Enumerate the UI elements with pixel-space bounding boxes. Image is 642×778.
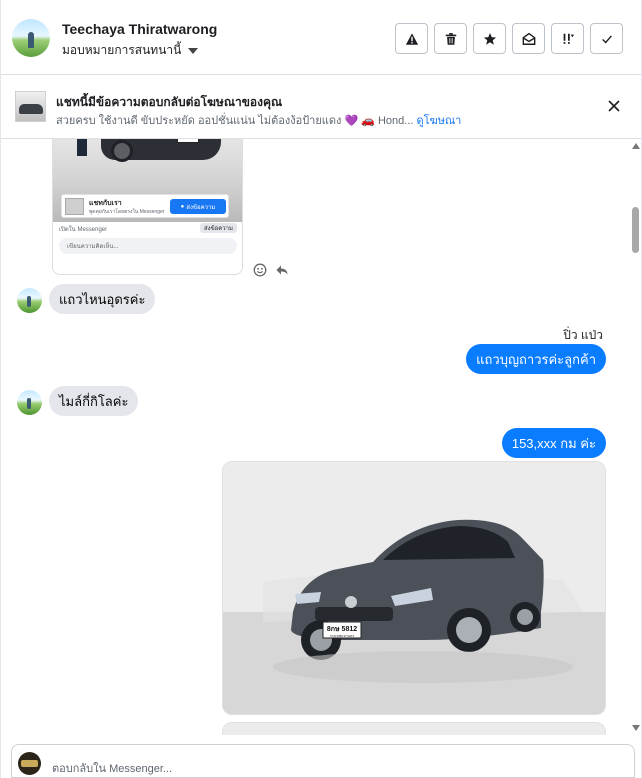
- reply-icon: [276, 265, 288, 275]
- close-banner-button[interactable]: [605, 97, 623, 115]
- message-tools: [253, 263, 289, 277]
- ad-cta-box: แชทกับเรา พูดคุยกับเราโดยตรงใน Messenger…: [61, 194, 229, 218]
- message-thread[interactable]: แชทกับเรา พูดคุยกับเราโดยตรงใน Messenger…: [1, 139, 629, 735]
- follow-up-icon: [563, 33, 574, 44]
- view-ad-link[interactable]: ดูโฆษณา: [417, 115, 462, 127]
- ad-open-row: เปิดใน Messenger ส่งข้อความ: [59, 222, 239, 234]
- assign-conversation-dropdown[interactable]: มอบหมายการสนทนานี้: [62, 41, 199, 60]
- send-pill-button[interactable]: ส่งข้อความ: [199, 223, 237, 233]
- conversation-header: Teechaya Thiratwarong มอบหมายการสนทนานี้: [1, 0, 641, 75]
- open-in-messenger-label: เปิดใน Messenger: [59, 227, 108, 233]
- ad-comment-field: เขียนความคิดเห็น...: [59, 238, 237, 254]
- star-icon: [483, 32, 496, 45]
- outgoing-message[interactable]: แถวบุญถาวรค่ะลูกค้า: [466, 344, 606, 374]
- mark-unread-button[interactable]: [512, 23, 545, 54]
- assign-label: มอบหมายการสนทนานี้: [62, 43, 182, 57]
- car-photo-message[interactable]: 8กษ 5812 กรุงเทพมหานคร: [222, 461, 606, 715]
- star-button[interactable]: [473, 23, 506, 54]
- license-plate-number: 8กษ 5812: [327, 626, 357, 633]
- header-actions: [395, 23, 623, 54]
- contact-avatar[interactable]: [12, 19, 50, 57]
- reply-button[interactable]: [275, 263, 289, 277]
- ad-text: สวยครบ ใช้งานดี ขับประหยัด ออปชั่นแน่น ไ…: [56, 115, 414, 127]
- banner-title: แชทนี้มีข้อความตอบกลับต่อโฆษณาของคุณ: [56, 95, 283, 109]
- reply-composer[interactable]: ตอบกลับใน Messenger...: [11, 744, 635, 778]
- trash-icon: [445, 32, 456, 45]
- banner-subtitle: สวยครบ ใช้งานดี ขับประหยัด ออปชั่นแน่น ไ…: [56, 111, 461, 129]
- contact-name[interactable]: Teechaya Thiratwarong: [62, 21, 217, 37]
- scroll-down-arrow-icon[interactable]: [632, 725, 640, 731]
- page-avatar: [18, 752, 41, 775]
- react-button[interactable]: [253, 263, 267, 277]
- contact-avatar-small: [17, 288, 42, 313]
- cta-subtitle: พูดคุยกับเราโดยตรงใน Messenger: [89, 209, 165, 215]
- send-message-label: ส่งข้อความ: [186, 204, 216, 211]
- smiley-icon: [253, 263, 267, 277]
- ad-thumbnail: [15, 91, 46, 122]
- outgoing-message[interactable]: 153,xxx กม ค่ะ: [501, 428, 606, 458]
- mark-unread-icon: [522, 32, 535, 45]
- ad-mini-thumbnail: [65, 198, 84, 215]
- inbox-conversation: Teechaya Thiratwarong มอบหมายการสนทนานี้: [0, 0, 642, 778]
- thread-scrollbar[interactable]: [629, 139, 641, 735]
- scroll-thumb[interactable]: [632, 207, 639, 253]
- reply-input-placeholder[interactable]: ตอบกลับใน Messenger...: [52, 759, 172, 777]
- delete-button[interactable]: [434, 23, 467, 54]
- follow-up-button[interactable]: [551, 23, 584, 54]
- send-message-button[interactable]: ● ส่งข้อความ: [170, 199, 226, 214]
- contact-avatar-small: [17, 390, 42, 415]
- next-photo-message[interactable]: [222, 722, 606, 735]
- shared-ad-card[interactable]: แชทกับเรา พูดคุยกับเราโดยตรงใน Messenger…: [52, 139, 243, 275]
- mark-done-button[interactable]: [590, 23, 623, 54]
- warning-icon: [405, 32, 418, 45]
- scroll-up-arrow-icon[interactable]: [632, 143, 640, 149]
- report-spam-button[interactable]: [395, 23, 428, 54]
- sender-name: ปิ่ว แป่ว: [563, 328, 603, 342]
- chevron-down-icon: [188, 47, 199, 54]
- messenger-icon: ●: [180, 203, 185, 210]
- ad-reply-banner: แชทนี้มีข้อความตอบกลับต่อโฆษณาของคุณ สวย…: [1, 75, 641, 139]
- car-photo: 8กษ 5812 กรุงเทพมหานคร: [223, 462, 605, 714]
- close-icon: [608, 100, 620, 112]
- check-icon: [601, 34, 612, 44]
- incoming-message[interactable]: แถวไหนอุดรค่ะ: [49, 284, 156, 314]
- incoming-message[interactable]: ไมล์กี่กิโลค่ะ: [49, 386, 139, 416]
